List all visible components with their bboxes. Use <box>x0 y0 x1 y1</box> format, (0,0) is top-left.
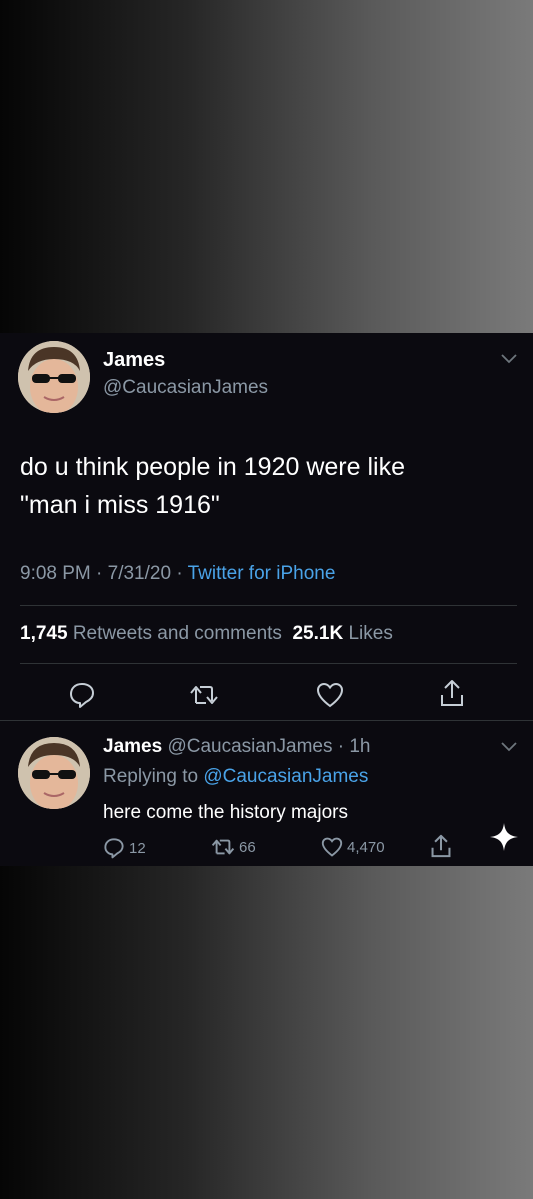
retweets-label[interactable]: Retweets and comments <box>73 623 282 644</box>
likes-count[interactable]: 25.1K <box>292 623 343 644</box>
author-name[interactable]: James <box>103 349 165 372</box>
replying-to: Replying to @CaucasianJames <box>103 766 368 788</box>
avatar-image <box>18 737 90 809</box>
chevron-down-icon[interactable] <box>500 741 518 753</box>
tweet-text: do u think people in 1920 were like "man… <box>20 448 510 524</box>
heart-icon <box>321 837 343 857</box>
replying-mention[interactable]: @CaucasianJames <box>203 766 368 787</box>
author-handle[interactable]: @CaucasianJames <box>103 377 268 399</box>
likes-label[interactable]: Likes <box>348 623 392 644</box>
tweet-source[interactable]: Twitter for iPhone <box>188 563 336 584</box>
avatar-image <box>18 341 90 413</box>
background-top <box>0 0 533 333</box>
reply-share-button[interactable] <box>430 833 456 859</box>
share-icon <box>431 834 451 858</box>
retweet-icon[interactable] <box>189 683 219 707</box>
replying-prefix: Replying to <box>103 766 199 787</box>
chevron-down-icon[interactable] <box>500 353 518 365</box>
reply-like-button[interactable]: 4,470 <box>321 837 385 857</box>
reply-comment-button[interactable]: 12 <box>103 837 146 859</box>
divider <box>0 720 533 721</box>
sparkle-icon[interactable] <box>489 822 519 852</box>
reply-handle-time[interactable]: @CaucasianJames · 1h <box>167 736 370 757</box>
heart-icon[interactable] <box>316 682 344 708</box>
engagement-stats: 1,745 Retweets and comments 25.1K Likes <box>20 623 393 645</box>
tweet-meta: 9:08 PM · 7/31/20 · Twitter for iPhone <box>20 563 335 585</box>
reply-avatar[interactable] <box>18 737 90 809</box>
reply-retweet-count: 66 <box>239 838 256 856</box>
tweet-card: James @CaucasianJames do u think people … <box>0 333 533 866</box>
comment-icon[interactable] <box>68 681 96 709</box>
reply-header: James @CaucasianJames · 1h <box>103 736 371 758</box>
retweets-count[interactable]: 1,745 <box>20 623 68 644</box>
reply-text: here come the history majors <box>103 802 348 823</box>
retweet-icon <box>211 839 235 855</box>
background-bottom <box>0 866 533 1199</box>
share-icon[interactable] <box>439 678 465 708</box>
divider <box>20 663 517 664</box>
tweet-text-line-2: "man i miss 1916" <box>20 491 220 519</box>
reply-author-name[interactable]: James <box>103 736 162 757</box>
divider <box>20 605 517 606</box>
tweet-timestamp[interactable]: 9:08 PM · 7/31/20 · <box>20 563 188 584</box>
reply-retweet-button[interactable]: 66 <box>211 837 256 857</box>
reply-like-count: 4,470 <box>347 838 385 856</box>
tweet-text-line-1: do u think people in 1920 were like <box>20 453 405 481</box>
comment-icon <box>104 838 124 859</box>
avatar[interactable] <box>18 341 90 413</box>
reply-comment-count: 12 <box>129 839 146 857</box>
